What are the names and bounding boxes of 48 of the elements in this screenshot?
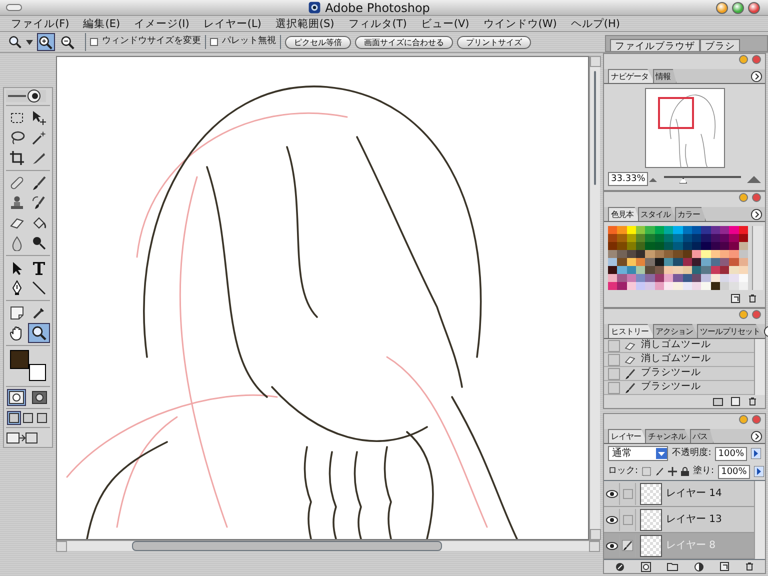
panel-tab[interactable]: ツールプリセット: [697, 324, 766, 338]
history-label: 消しゴムツール: [641, 338, 711, 352]
layer-row[interactable]: レイヤー 13: [604, 507, 754, 533]
option-button[interactable]: 画面サイズに合わせる: [355, 36, 453, 48]
menu-item[interactable]: レイヤー(L): [196, 16, 268, 31]
fill-label: 塗り:: [693, 464, 714, 478]
menu-item[interactable]: 編集(E): [76, 16, 128, 31]
panel-tab[interactable]: カラー: [674, 207, 706, 221]
option-button[interactable]: ピクセル等倍: [285, 36, 351, 48]
fill-field[interactable]: 100%: [718, 464, 750, 478]
palette-well-tab[interactable]: ブラシ: [700, 39, 740, 51]
history-item[interactable]: 消しゴムツール: [604, 353, 754, 367]
history-label: ブラシツール: [641, 366, 701, 380]
panel-tab[interactable]: 情報: [652, 69, 676, 83]
layer-name: レイヤー 8: [666, 539, 716, 553]
history-item[interactable]: ブラシツール: [604, 367, 754, 381]
opacity-field[interactable]: 100%: [715, 446, 747, 460]
checkbox-label: パレット無視: [222, 35, 276, 48]
menu-item[interactable]: ファイル(F): [4, 16, 76, 31]
blend-mode-dropdown[interactable]: 通常: [608, 446, 668, 461]
window-title: Adobe Photoshop: [325, 0, 430, 16]
palette-well-tab[interactable]: ファイルブラウザ: [610, 39, 700, 51]
layer-row[interactable]: レイヤー 14: [604, 481, 754, 507]
panel-tab[interactable]: 色見本: [608, 207, 640, 221]
panel-tab[interactable]: ナビゲータ: [608, 69, 654, 83]
panel-tab[interactable]: レイヤー: [608, 429, 647, 443]
history-item[interactable]: ブラシツール: [604, 381, 754, 395]
checkbox-label: ウィンドウサイズを変更: [102, 35, 201, 48]
layer-name: レイヤー 14: [666, 487, 722, 501]
panel-tab[interactable]: スタイル: [638, 207, 676, 221]
opacity-label: 不透明度:: [672, 446, 712, 460]
menu-item[interactable]: ヘルプ(H): [564, 16, 627, 31]
history-item[interactable]: 消しゴムツール: [604, 339, 754, 353]
menu-item[interactable]: 選択範囲(S): [268, 16, 342, 31]
zoom-field[interactable]: 33.33%: [608, 172, 648, 186]
history-label: ブラシツール: [641, 380, 701, 394]
menu-item[interactable]: ウインドウ(W): [476, 16, 564, 31]
menu-item[interactable]: ビュー(V): [414, 16, 476, 31]
panel-tab[interactable]: アクション: [652, 324, 699, 338]
layer-name: レイヤー 13: [666, 513, 722, 527]
history-label: 消しゴムツール: [641, 352, 711, 366]
panel-tab[interactable]: チャンネル: [645, 429, 692, 443]
panel-tab[interactable]: ヒストリー: [608, 324, 654, 338]
menu-item[interactable]: イメージ(I): [127, 16, 196, 31]
panel-tab[interactable]: パス: [690, 429, 714, 443]
lock-label: ロック:: [608, 464, 638, 478]
menu-item[interactable]: フィルタ(T): [341, 16, 414, 31]
option-button[interactable]: プリントサイズ: [457, 36, 531, 48]
